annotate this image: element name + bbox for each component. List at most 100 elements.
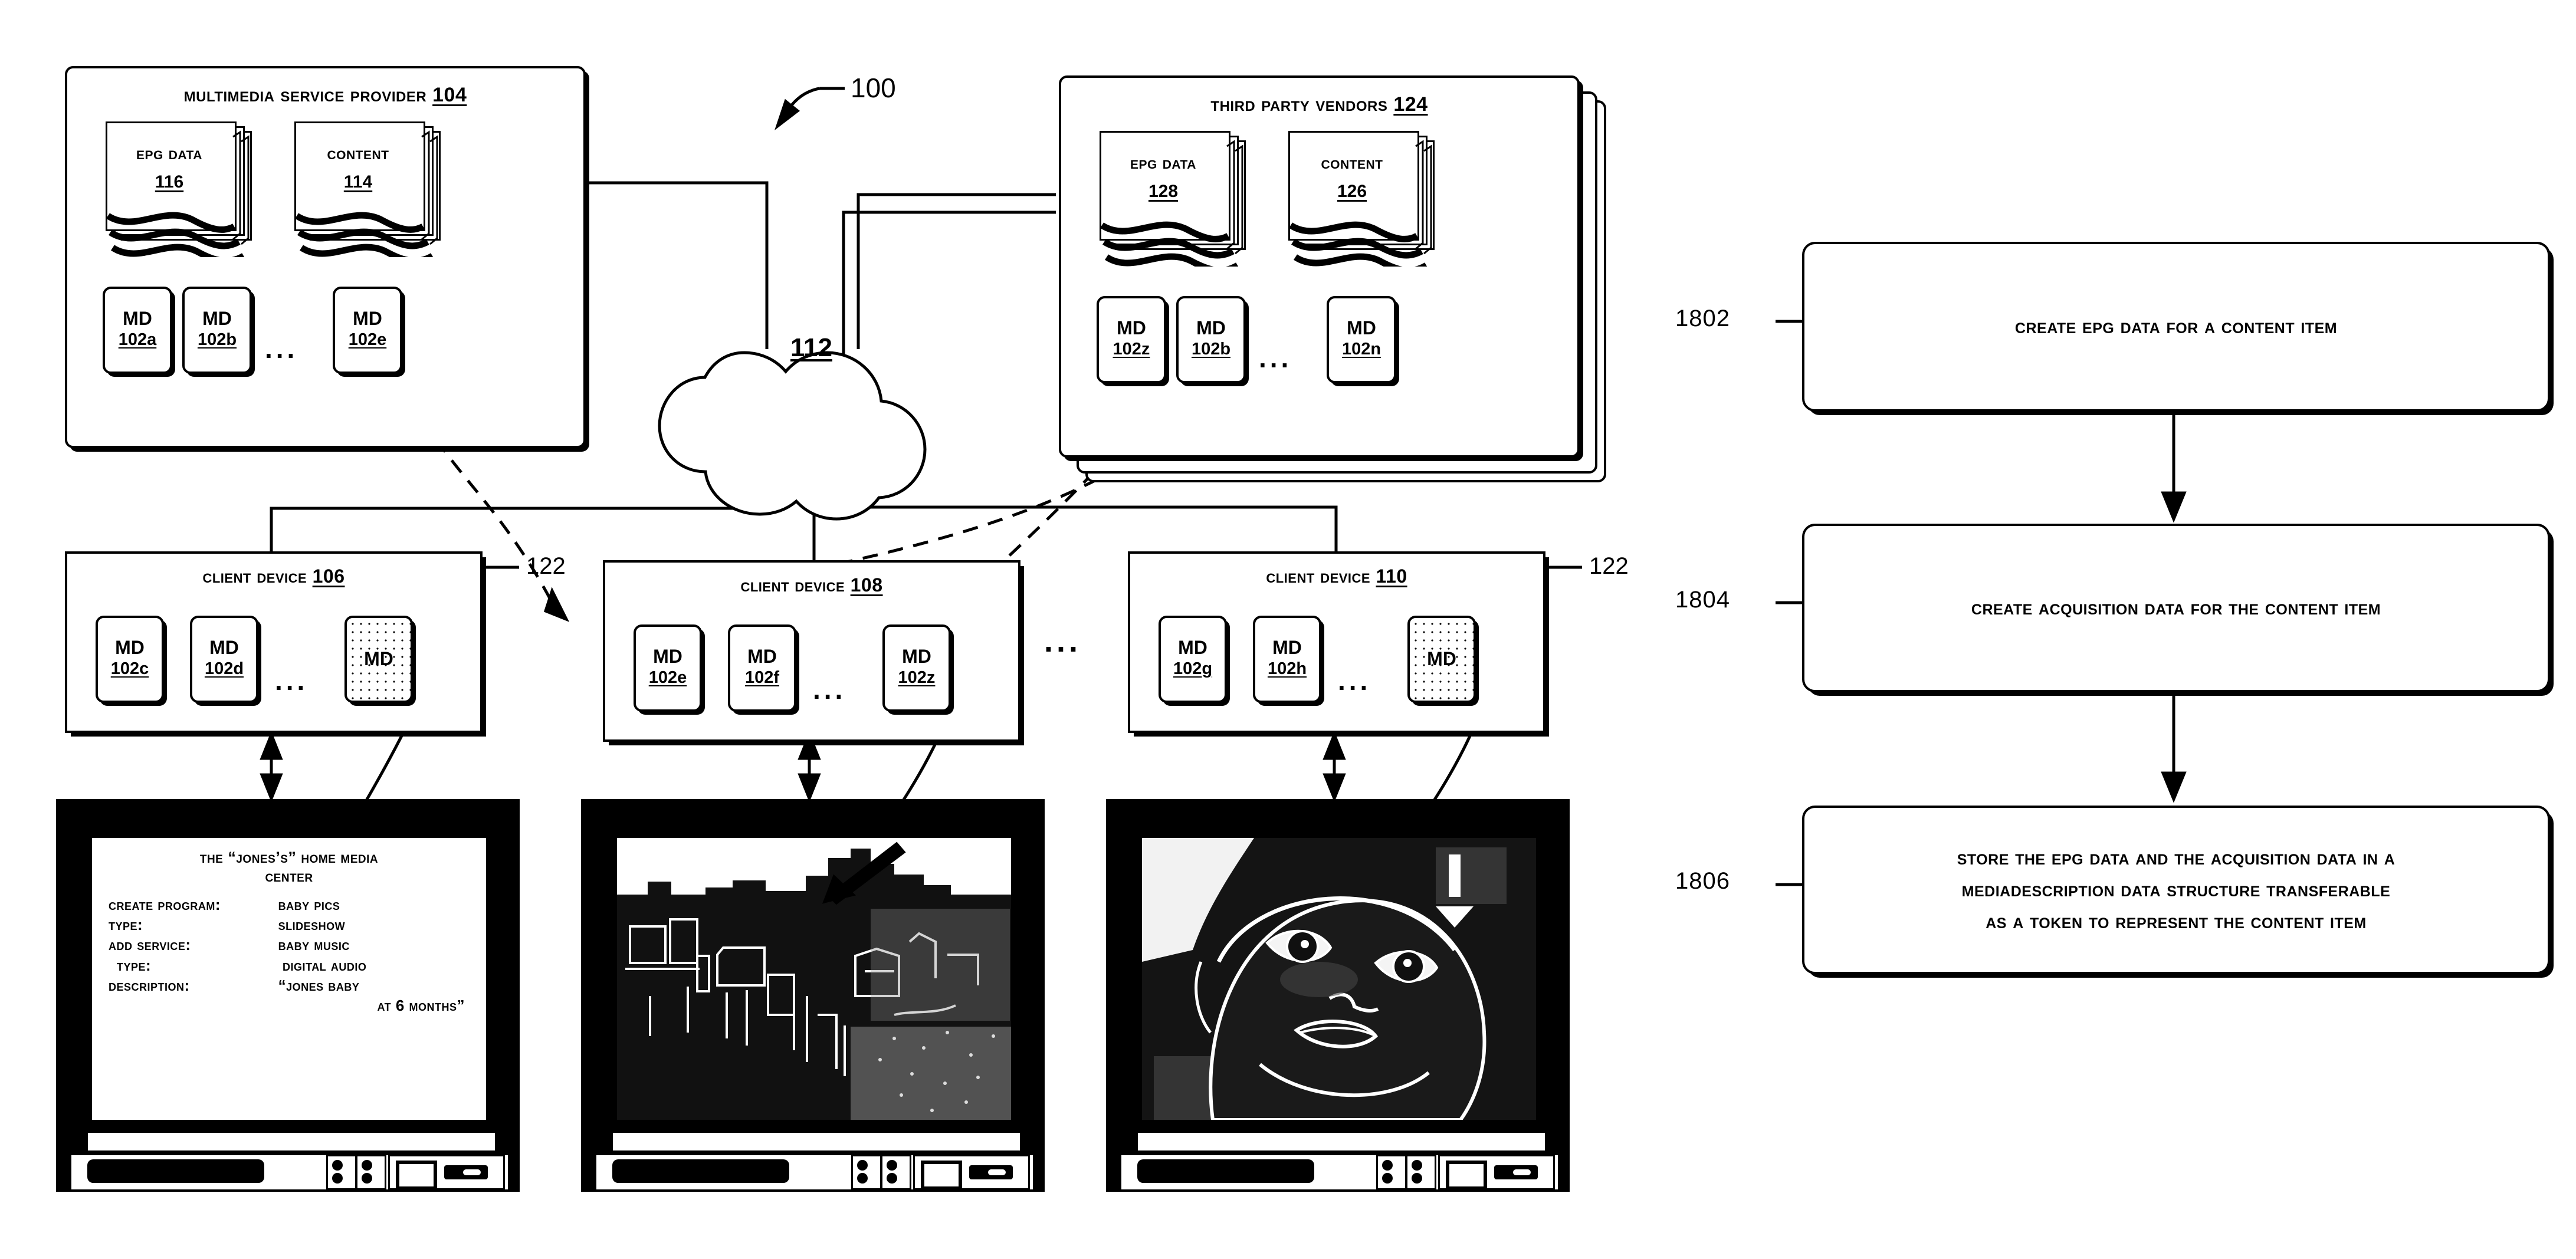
vendors-md-ellipsis: ... <box>1259 343 1292 373</box>
md-label: MD <box>123 308 152 330</box>
md-label: MD <box>209 637 239 659</box>
tv-2-button-group-left[interactable] <box>851 1155 882 1190</box>
client-106-title: Client Device 106 <box>202 566 345 587</box>
client-110-md-chip-102g[interactable]: MD 102g <box>1159 616 1227 703</box>
vendors-title: Third Party Vendors 124 <box>1210 93 1428 116</box>
client-106-md-ellipsis: ... <box>275 665 309 696</box>
md-ref: 102b <box>1191 339 1231 359</box>
flow-step-1802-text: Create EPG Data For A Content Item <box>2014 314 2338 338</box>
tv-3-display-panel <box>1438 1155 1555 1190</box>
client-106-md-chip-102d[interactable]: MD 102d <box>190 616 258 703</box>
tv-menu-row-key: Create Program: <box>109 895 221 913</box>
tv-1-screen: The “Jones’s” Home Media Center Create P… <box>90 836 488 1122</box>
client-110-md-chip-token[interactable]: MD <box>1407 616 1476 703</box>
tv-menu-row: Description: “Jones Baby <box>109 975 470 995</box>
provider-content-icon: Content 114 <box>288 121 465 257</box>
tv-menu-row-value: Baby Music <box>278 936 350 954</box>
tv-menu-description-line2: at 6 Months” <box>377 997 465 1015</box>
tv-1-screen-icon <box>396 1161 437 1190</box>
client-106-md-chip-102c[interactable]: MD 102c <box>96 616 164 703</box>
tv-2-button-group-right[interactable] <box>881 1155 911 1190</box>
md-ref: 102h <box>1267 659 1307 678</box>
tv-1-switch-icon <box>444 1165 488 1179</box>
clients-ellipsis: ... <box>1044 623 1082 659</box>
tv-1-slot <box>86 1131 497 1152</box>
tv-menu-row-value: Digital Audio <box>283 956 367 974</box>
flow-step-1806-text-line-3: as a Token to Represent the Content Item <box>1986 910 2367 933</box>
figure-ref-100: 100 <box>851 73 896 103</box>
tv-menu-row-key: Type: <box>117 956 152 974</box>
tv-2-slot <box>611 1131 1022 1152</box>
provider-md-chip-102b[interactable]: MD 102b <box>182 287 252 374</box>
vendors-epg-data-icon: EPG Data 128 <box>1094 131 1271 267</box>
tv-1-display-panel <box>388 1155 505 1190</box>
tv-3-switch-icon <box>1494 1165 1538 1179</box>
client-110-md-chip-102h[interactable]: MD 102h <box>1253 616 1321 703</box>
network-ref-112: 112 <box>790 333 832 362</box>
md-label: MD <box>1178 637 1207 659</box>
tv-menu-row: Type: Digital Audio <box>109 955 470 975</box>
flow-step-1806-box: Store The EPG Data and the Acquisition D… <box>1802 806 2550 974</box>
client-106-callout-122: 122 <box>526 553 566 579</box>
tv-menu-row: Create Program: Baby Pics <box>109 895 470 915</box>
md-ref: 102g <box>1173 659 1213 678</box>
flow-step-1806-text-line-1: Store The EPG Data and the Acquisition D… <box>1957 846 2395 869</box>
flow-step-1804-text: Create Acquisition Data For The Content … <box>1971 596 2381 619</box>
vendors-md-chip-102b[interactable]: MD 102b <box>1176 296 1246 383</box>
tv-2-screen-icon <box>921 1161 962 1190</box>
client-108-md-ellipsis: ... <box>813 674 846 705</box>
tv-set-3 <box>1106 799 1570 1192</box>
tv-menu-row-value: Baby Pics <box>278 895 340 913</box>
tv-2-vent <box>612 1159 789 1183</box>
md-label: MD <box>1347 317 1376 339</box>
tv-3-button-group-right[interactable] <box>1406 1155 1436 1190</box>
third-party-vendors-panel: Third Party Vendors 124 EPG Data 128 Con… <box>1059 75 1580 458</box>
tv-menu-row-value: “Jones Baby <box>278 976 360 994</box>
tv-menu-header-line2: Center <box>265 867 313 885</box>
md-ref: 102b <box>197 330 237 349</box>
tv-3-screen <box>1140 836 1538 1122</box>
client-106-md-chip-token[interactable]: MD <box>344 616 413 703</box>
tv-menu-row-key: Description: <box>109 976 190 994</box>
md-label: MD <box>1196 317 1226 339</box>
md-ref: 102a <box>118 330 157 349</box>
tv-1-button-group-left[interactable] <box>326 1155 357 1190</box>
tv-menu-row-key: Add Service: <box>109 936 191 954</box>
vendors-md-chip-102z[interactable]: MD 102z <box>1097 296 1166 383</box>
md-ref: 102n <box>1341 339 1381 359</box>
md-ref: 102d <box>204 659 244 678</box>
md-ref: 102c <box>110 659 149 678</box>
tv-menu-row-continued: at 6 Months” <box>109 995 470 1015</box>
tv-2-switch-icon <box>969 1165 1013 1179</box>
client-110-md-ellipsis: ... <box>1338 665 1371 696</box>
client-108-md-chip-102z[interactable]: MD 102z <box>882 624 951 712</box>
tv-set-2 <box>581 799 1045 1192</box>
provider-epg-data-icon: EPG Data 116 <box>100 121 277 257</box>
tv-3-button-group-left[interactable] <box>1376 1155 1407 1190</box>
tv-3-slot <box>1136 1131 1547 1152</box>
tv-1-menu: The “Jones’s” Home Media Center Create P… <box>92 849 486 1016</box>
network-cloud-shape <box>658 351 927 521</box>
tv-menu-row: Add Service: Baby Music <box>109 935 470 955</box>
provider-title: Multimedia Service Provider 104 <box>183 84 467 106</box>
md-ref: 102e <box>348 330 387 349</box>
flow-step-1806-text-line-2: MediaDescription Data Structure Transfer… <box>1961 877 2391 901</box>
vendors-md-chip-102n[interactable]: MD 102n <box>1327 296 1396 383</box>
tv-1-button-group-right[interactable] <box>356 1155 386 1190</box>
flow-step-1802-box: Create EPG Data For A Content Item <box>1802 242 2550 412</box>
md-label: MD <box>115 637 145 659</box>
client-108-md-chip-102e[interactable]: MD 102e <box>634 624 702 712</box>
provider-md-chip-102a[interactable]: MD 102a <box>103 287 172 374</box>
client-device-106: Client Device 106 MD 102c MD 102d ... MD <box>65 551 483 733</box>
provider-md-chip-102e[interactable]: MD 102e <box>333 287 402 374</box>
client-108-md-chip-102f[interactable]: MD 102f <box>728 624 796 712</box>
md-label: MD <box>353 308 382 330</box>
client-110-title: Client Device 110 <box>1266 566 1407 587</box>
md-ref: 102e <box>648 668 687 687</box>
multimedia-service-provider-panel: Multimedia Service Provider 104 EPG Data… <box>65 66 586 448</box>
tv-menu-row-key: Type: <box>109 916 143 934</box>
md-ref: 102z <box>898 668 936 687</box>
md-label: MD <box>902 646 931 668</box>
vendors-content-icon: Content 126 <box>1282 131 1459 267</box>
tv-3-vent <box>1137 1159 1314 1183</box>
